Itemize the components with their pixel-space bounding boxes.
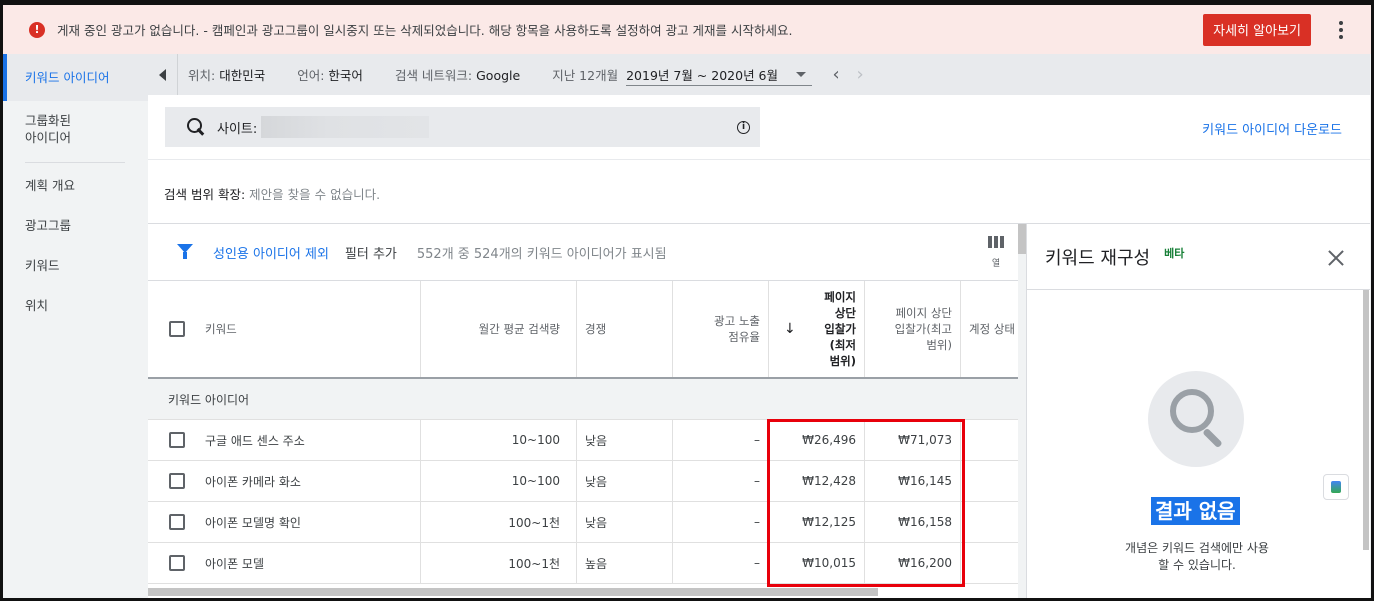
keyword-cell: 아이폰 카메라 화소: [205, 474, 301, 489]
select-all-checkbox[interactable]: [169, 281, 185, 377]
keyword-cell: 아이폰 모델: [205, 556, 265, 571]
competition-cell: 낮음: [585, 433, 608, 448]
search-icon: [187, 118, 205, 136]
table-vertical-scrollbar[interactable]: [1018, 224, 1026, 254]
header-account-status[interactable]: 계정 상태: [969, 281, 1015, 377]
row-checkbox[interactable]: [169, 543, 185, 583]
header-monthly-volume[interactable]: 월간 평균 검색량: [420, 281, 568, 377]
filter-icon[interactable]: [177, 244, 193, 260]
redacted-site-value: [261, 116, 430, 138]
search-input[interactable]: 사이트: i: [165, 107, 760, 147]
alert-banner: ! 게재 중인 광고가 없습니다. - 캠페인과 광고그룹이 일시중지 또는 삭…: [3, 5, 1371, 54]
group-header: 키워드 아이디어: [148, 379, 1018, 420]
impression-cell: –: [754, 433, 760, 447]
add-filter-button[interactable]: 필터 추가: [345, 243, 397, 262]
beta-badge: 베타: [1164, 246, 1185, 260]
info-icon[interactable]: i: [737, 120, 750, 134]
sidebar-item-grouped-ideas[interactable]: 그룹화된 아이디어: [3, 112, 148, 146]
network-setting[interactable]: 검색 네트워크: Google: [395, 65, 520, 84]
sidebar-item-ad-groups[interactable]: 광고그룹: [3, 217, 148, 234]
header-keyword[interactable]: 키워드: [205, 281, 237, 377]
volume-cell: 100~1천: [508, 515, 560, 530]
header-impression-share[interactable]: 광고 노출 점유율: [672, 281, 760, 377]
sidebar-item-keyword-ideas[interactable]: 키워드 아이디어: [3, 54, 148, 101]
location-setting[interactable]: 위치: 대한민국: [188, 65, 265, 84]
impression-cell: –: [754, 515, 760, 529]
row-checkbox[interactable]: [169, 502, 185, 542]
ideas-count: 552개 중 524개의 키워드 아이디어가 표시됨: [416, 246, 667, 262]
panel-title: 키워드 재구성: [1045, 247, 1151, 269]
exclude-adult-ideas-filter[interactable]: 성인용 아이디어 제외: [213, 243, 329, 262]
targeting-bar: 위치: 대한민국 언어: 한국어 검색 네트워크: Google 지난 12개월…: [148, 54, 1370, 95]
header-competition[interactable]: 경쟁: [585, 281, 606, 377]
row-checkbox[interactable]: [169, 420, 185, 460]
competition-cell: 낮음: [585, 515, 608, 530]
floating-app-icon[interactable]: [1323, 474, 1349, 500]
chevron-left-icon[interactable]: ‹: [824, 63, 848, 87]
date-range-select[interactable]: 2019년 7월 ~ 2020년 6월: [626, 64, 813, 86]
empty-search-icon: [1148, 371, 1244, 467]
sidebar-nav: 키워드 아이디어 그룹화된 아이디어 계획 개요 광고그룹 키워드 위치: [3, 54, 148, 598]
filter-bar: 성인용 아이디어 제외 필터 추가 552개 중 524개의 키워드 아이디어가…: [148, 224, 1018, 281]
broaden-search: 검색 범위 확장: 제안을 찾을 수 없습니다.: [164, 187, 381, 202]
volume-cell: 100~1천: [508, 556, 560, 571]
alert-message: 게재 중인 광고가 없습니다. - 캠페인과 광고그룹이 일시중지 또는 삭제되…: [57, 23, 793, 38]
keyword-search-area: 사이트: i 키워드 아이디어 다운로드 검색 범위 확장: 제안을 찾을 수 …: [148, 95, 1370, 224]
chevron-right-icon[interactable]: ›: [848, 63, 872, 87]
no-results-text: 결과 없음: [1151, 497, 1240, 525]
collapse-sidebar-button[interactable]: [148, 54, 178, 95]
header-top-bid-high[interactable]: 페이지 상단 입찰가(최고 범위): [864, 281, 952, 377]
arrow-left-icon: [159, 68, 166, 81]
annotation-highlight-box: [767, 419, 965, 587]
close-icon[interactable]: [1328, 250, 1344, 266]
table-header: 키워드 월간 평균 검색량 경쟁 광고 노출 점유율 ↓ 페이지 상단 입찰가 …: [148, 281, 1018, 379]
header-top-bid-low[interactable]: 페이지 상단 입찰가 (최저 범위): [798, 281, 856, 377]
panel-header: 키워드 재구성 베타: [1027, 224, 1370, 290]
language-setting[interactable]: 언어: 한국어: [297, 65, 363, 84]
competition-cell: 낮음: [585, 474, 608, 489]
more-options-icon[interactable]: [1331, 20, 1351, 39]
sidebar-divider: [25, 162, 125, 163]
dropdown-caret-icon: [796, 71, 807, 77]
row-checkbox[interactable]: [169, 461, 185, 501]
keyword-refine-panel: 키워드 재구성 베타 결과 없음 개념은 키워드 검색에만 사용 할 수 있습니…: [1026, 224, 1370, 598]
learn-more-button[interactable]: 자세히 알아보기: [1203, 13, 1311, 46]
horizontal-scrollbar[interactable]: [148, 588, 878, 596]
sidebar-item-keywords[interactable]: 키워드: [3, 257, 148, 274]
panel-scrollbar[interactable]: [1363, 290, 1369, 550]
volume-cell: 10~100: [511, 474, 560, 488]
competition-cell: 높음: [585, 556, 608, 571]
sort-desc-arrow-icon[interactable]: ↓: [784, 281, 796, 377]
panel-description: 개념은 키워드 검색에만 사용 할 수 있습니다.: [1125, 541, 1269, 572]
columns-button[interactable]: 열: [986, 236, 1006, 269]
error-icon: !: [29, 21, 45, 38]
columns-icon: [986, 236, 1006, 248]
period-label: 지난 12개월: [552, 68, 619, 83]
keyword-cell: 구글 애드 센스 주소: [205, 433, 305, 448]
impression-cell: –: [754, 474, 760, 488]
sidebar-item-locations[interactable]: 위치: [3, 297, 148, 314]
volume-cell: 10~100: [511, 433, 560, 447]
sidebar-item-plan-overview[interactable]: 계획 개요: [3, 177, 148, 194]
divider: [148, 159, 1370, 160]
keyword-cell: 아이폰 모델명 확인: [205, 515, 301, 530]
download-keyword-ideas-link[interactable]: 키워드 아이디어 다운로드: [1202, 119, 1342, 138]
impression-cell: –: [754, 556, 760, 570]
